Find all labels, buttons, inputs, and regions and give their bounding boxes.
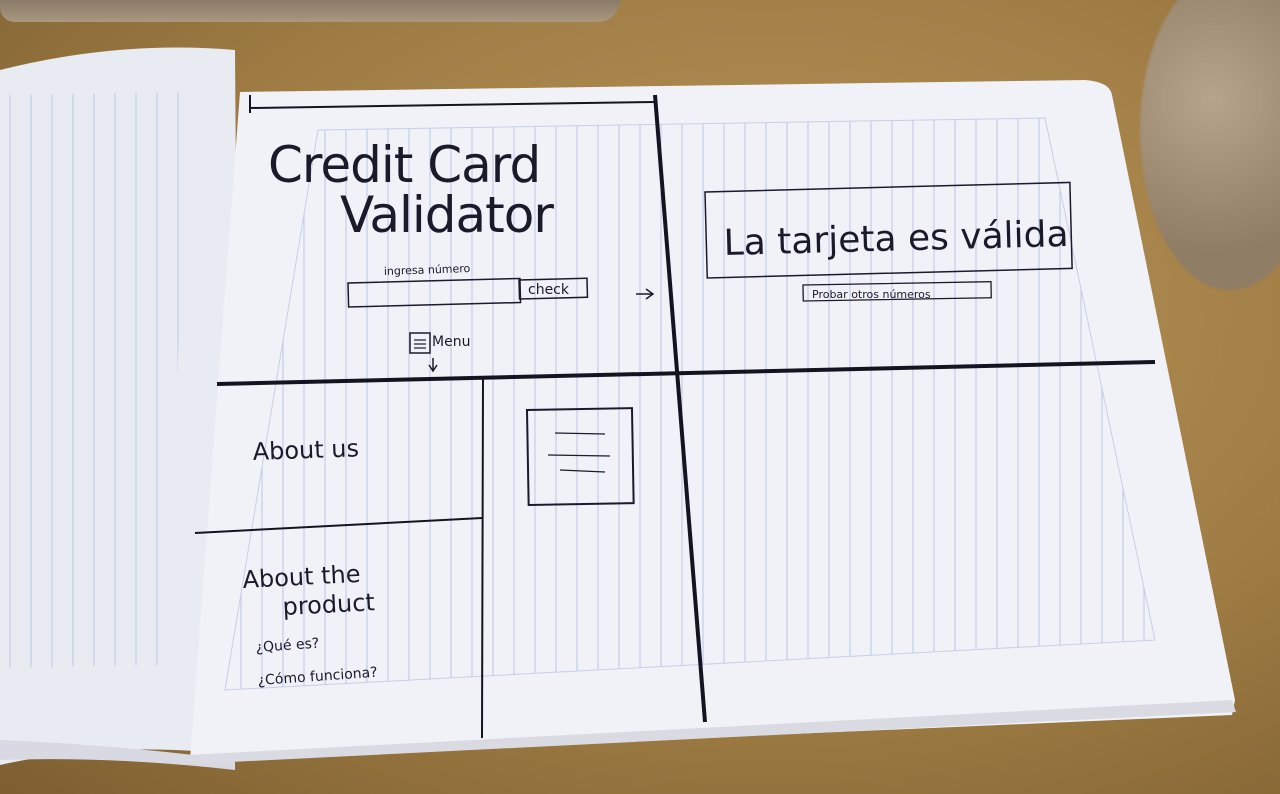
menu-item-about-us[interactable]: About us — [252, 434, 359, 466]
menu-item-about-product-line2[interactable]: product — [282, 588, 376, 621]
menu-label: Menu — [432, 334, 470, 350]
check-button-label: check — [528, 282, 570, 298]
app-title-line2: Validator — [340, 186, 554, 244]
notebook-scene: Credit Card Validator ingresa número che… — [0, 47, 1236, 770]
retry-button-label: Probar otros números — [812, 288, 931, 301]
